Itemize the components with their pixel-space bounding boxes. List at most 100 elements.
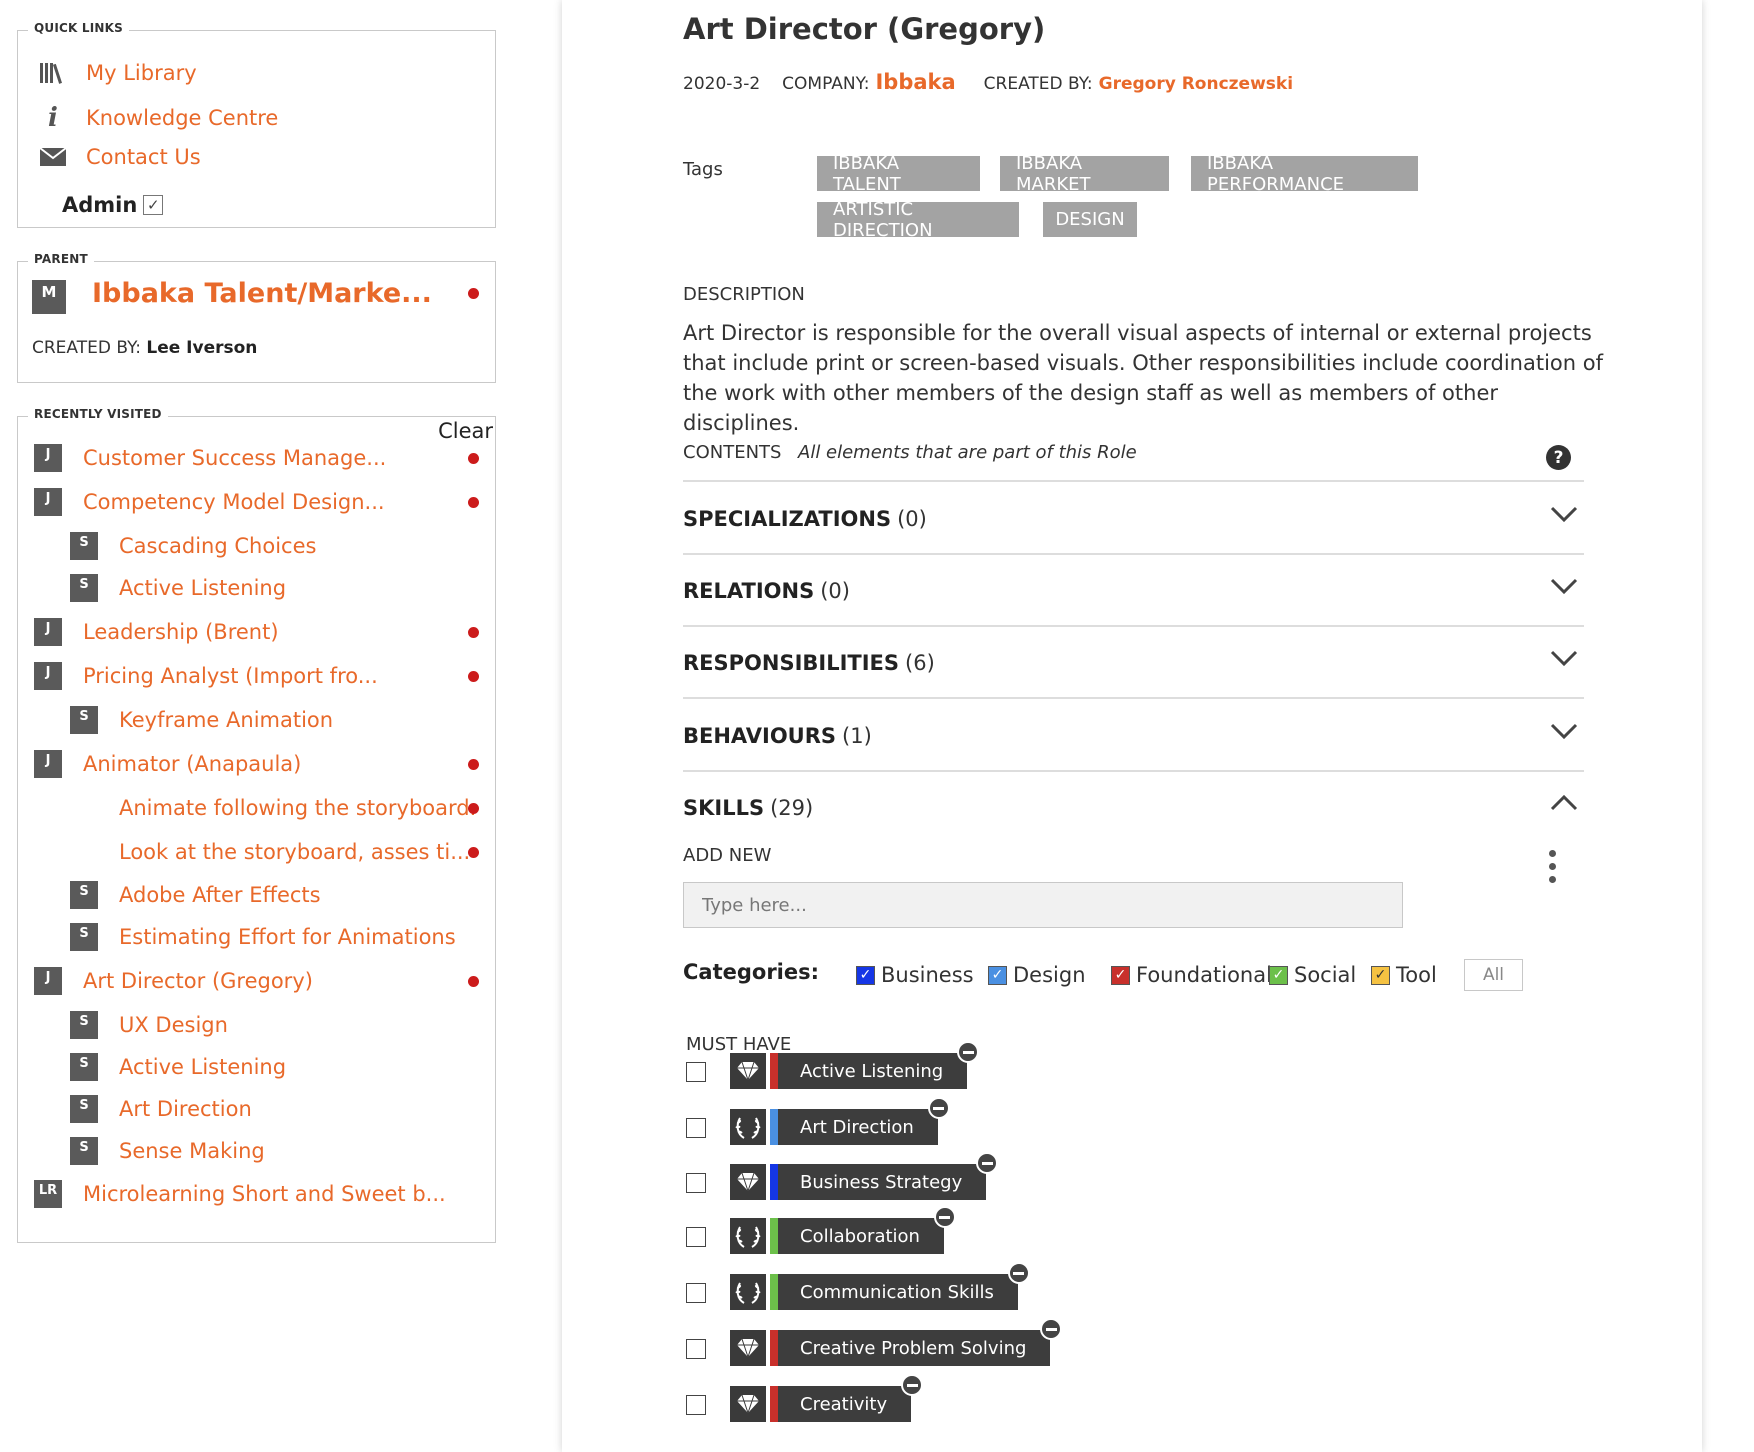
recent-item[interactable]: S Estimating Effort for Animations — [70, 923, 456, 951]
categories-label: Categories: — [683, 960, 820, 984]
recent-item[interactable]: S Adobe After Effects — [70, 881, 321, 909]
skill-checkbox[interactable] — [686, 1173, 706, 1193]
recent-item[interactable]: J Competency Model Design... — [34, 488, 385, 516]
skill-chip[interactable]: Business Strategy — [778, 1152, 999, 1200]
chevron-down-icon[interactable] — [1550, 577, 1578, 595]
tag-ibbaka-market[interactable]: IBBAKA MARKET — [1000, 153, 1169, 195]
remove-icon[interactable] — [957, 1041, 980, 1063]
admin-checkbox[interactable]: ✓ — [143, 195, 164, 215]
category-filter-business[interactable]: ✓ Business — [856, 963, 974, 987]
section-relations[interactable]: RELATIONS (0) — [683, 571, 1584, 611]
recent-item[interactable]: S Cascading Choices — [70, 532, 316, 560]
chevron-down-icon[interactable] — [1550, 722, 1578, 740]
admin-toggle[interactable]: Admin ✓ — [62, 193, 164, 217]
recent-item[interactable]: Animate following the storyboard. — [70, 794, 476, 822]
created-by-name: Lee Iverson — [146, 338, 258, 358]
item-type-badge: S — [70, 881, 98, 909]
category-filter-social[interactable]: ✓ Social — [1269, 963, 1356, 987]
recent-item-label: Animate following the storyboard. — [119, 796, 477, 820]
skill-chip[interactable]: Communication Skills — [778, 1262, 1030, 1310]
section-behaviours[interactable]: BEHAVIOURS (1) — [683, 716, 1584, 756]
creator-link[interactable]: Gregory Ronczewski — [1099, 74, 1293, 94]
skill-chip[interactable]: Active Listening — [778, 1041, 980, 1089]
category-checkbox[interactable]: ✓ — [856, 965, 875, 985]
skill-checkbox[interactable] — [686, 1339, 706, 1359]
quick-link-knowledge-centre[interactable]: i Knowledge Centre — [38, 103, 278, 133]
status-dot — [468, 627, 479, 638]
company-link[interactable]: Ibbaka — [875, 70, 955, 94]
skill-category-bar — [770, 1274, 778, 1310]
remove-icon[interactable] — [1007, 1262, 1030, 1284]
chevron-down-icon[interactable] — [1550, 649, 1578, 667]
recent-item[interactable]: S Active Listening — [70, 1053, 286, 1081]
skill-chip[interactable]: Creative Problem Solving — [778, 1318, 1063, 1366]
tag-design[interactable]: DESIGN — [1043, 202, 1137, 237]
add-skill-input[interactable] — [683, 882, 1403, 928]
parent-type-badge: M — [32, 280, 66, 314]
recent-item[interactable]: S Keyframe Animation — [70, 706, 333, 734]
tag-artistic-direction[interactable]: ARTISTIC DIRECTION — [817, 199, 1019, 241]
created-by-label: CREATED BY: — [983, 74, 1093, 94]
recent-item[interactable]: Look at the storyboard, asses ti... — [70, 838, 470, 866]
help-icon[interactable]: ? — [1546, 445, 1571, 470]
section-name: RELATIONS — [683, 579, 815, 603]
recent-item-label: Microlearning Short and Sweet b... — [83, 1182, 446, 1206]
quick-link-contact-us[interactable]: Contact Us — [38, 145, 201, 169]
remove-icon[interactable] — [933, 1206, 956, 1228]
remove-icon[interactable] — [927, 1097, 950, 1119]
item-type-badge: S — [70, 574, 98, 602]
skill-chip[interactable]: Collaboration — [778, 1206, 956, 1254]
chevron-up-icon[interactable] — [1550, 794, 1578, 812]
section-skills[interactable]: SKILLS (29) — [683, 788, 1584, 828]
skill-checkbox[interactable] — [686, 1283, 706, 1303]
item-type-badge: J — [34, 750, 62, 778]
description-label: DESCRIPTION — [683, 284, 805, 305]
recent-item[interactable]: S Sense Making — [70, 1137, 265, 1165]
all-categories-button[interactable]: All — [1464, 959, 1523, 991]
recent-item-label: Active Listening — [119, 1055, 287, 1079]
quick-link-label: Knowledge Centre — [86, 106, 279, 130]
section-count: (6) — [905, 651, 935, 675]
skill-checkbox[interactable] — [686, 1227, 706, 1247]
section-count: (1) — [842, 724, 872, 748]
recent-item[interactable]: LR Microlearning Short and Sweet b... — [34, 1180, 446, 1208]
recent-item[interactable]: J Customer Success Manage... — [34, 444, 386, 472]
more-options-icon[interactable] — [1547, 850, 1557, 883]
remove-icon[interactable] — [1040, 1318, 1063, 1340]
section-specializations[interactable]: SPECIALIZATIONS (0) — [683, 499, 1584, 539]
clear-button[interactable]: Clear — [438, 419, 493, 443]
created-by-label: CREATED BY: — [32, 338, 141, 358]
recent-item-label: Leadership (Brent) — [83, 620, 279, 644]
category-checkbox[interactable]: ✓ — [1371, 965, 1390, 985]
category-checkbox[interactable]: ✓ — [1269, 965, 1288, 985]
recent-item[interactable]: J Leadership (Brent) — [34, 618, 279, 646]
skill-checkbox[interactable] — [686, 1062, 706, 1082]
status-dot — [468, 453, 479, 464]
skill-checkbox[interactable] — [686, 1395, 706, 1415]
category-checkbox[interactable]: ✓ — [988, 965, 1007, 985]
skill-label: Creativity — [800, 1393, 888, 1415]
recent-item[interactable]: J Art Director (Gregory) — [34, 967, 313, 995]
quick-link-my-library[interactable]: My Library — [38, 61, 197, 85]
recent-item[interactable]: J Pricing Analyst (Import fro... — [34, 662, 378, 690]
skill-chip[interactable]: Creativity — [778, 1374, 924, 1422]
remove-icon[interactable] — [901, 1374, 924, 1396]
skill-checkbox[interactable] — [686, 1118, 706, 1138]
category-filter-tool[interactable]: ✓ Tool — [1371, 963, 1437, 987]
section-divider — [683, 697, 1584, 699]
recent-item[interactable]: S Active Listening — [70, 574, 286, 602]
tag-ibbaka-performance[interactable]: IBBAKA PERFORMANCE — [1191, 153, 1418, 195]
tag-ibbaka-talent[interactable]: IBBAKA TALENT — [817, 153, 980, 195]
skill-chip[interactable]: Art Direction — [778, 1097, 950, 1145]
section-responsibilities[interactable]: RESPONSIBILITIES (6) — [683, 643, 1584, 683]
recent-item[interactable]: S UX Design — [70, 1011, 228, 1039]
recent-item[interactable]: S Art Direction — [70, 1095, 252, 1123]
recent-item[interactable]: J Animator (Anapaula) — [34, 750, 301, 778]
category-checkbox[interactable]: ✓ — [1111, 965, 1130, 985]
category-filter-design[interactable]: ✓ Design — [988, 963, 1086, 987]
category-filter-foundational[interactable]: ✓ Foundational — [1111, 963, 1272, 987]
remove-icon[interactable] — [976, 1152, 999, 1174]
parent-title-link[interactable]: Ibbaka Talent/Marke... — [92, 278, 432, 309]
skill-label: Creative Problem Solving — [800, 1337, 1027, 1359]
chevron-down-icon[interactable] — [1550, 505, 1578, 523]
